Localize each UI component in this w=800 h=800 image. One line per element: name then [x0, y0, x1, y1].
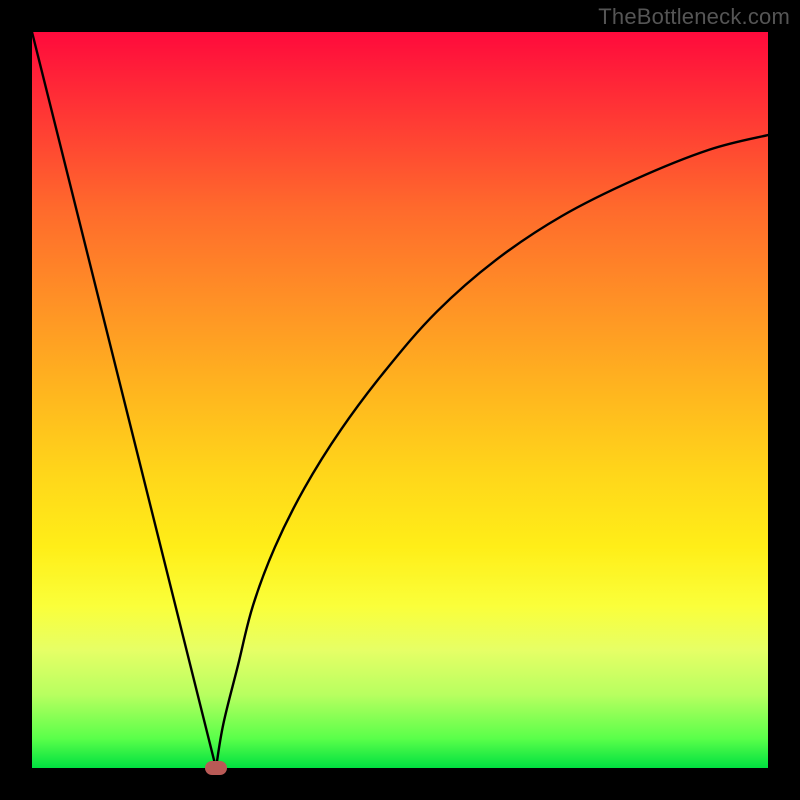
plot-area: [32, 32, 768, 768]
curve-left-branch: [32, 32, 216, 768]
curve-layer: [32, 32, 768, 768]
minimum-marker: [205, 761, 227, 775]
watermark-text: TheBottleneck.com: [598, 4, 790, 30]
curve-right-branch: [216, 135, 768, 768]
chart-frame: TheBottleneck.com: [0, 0, 800, 800]
